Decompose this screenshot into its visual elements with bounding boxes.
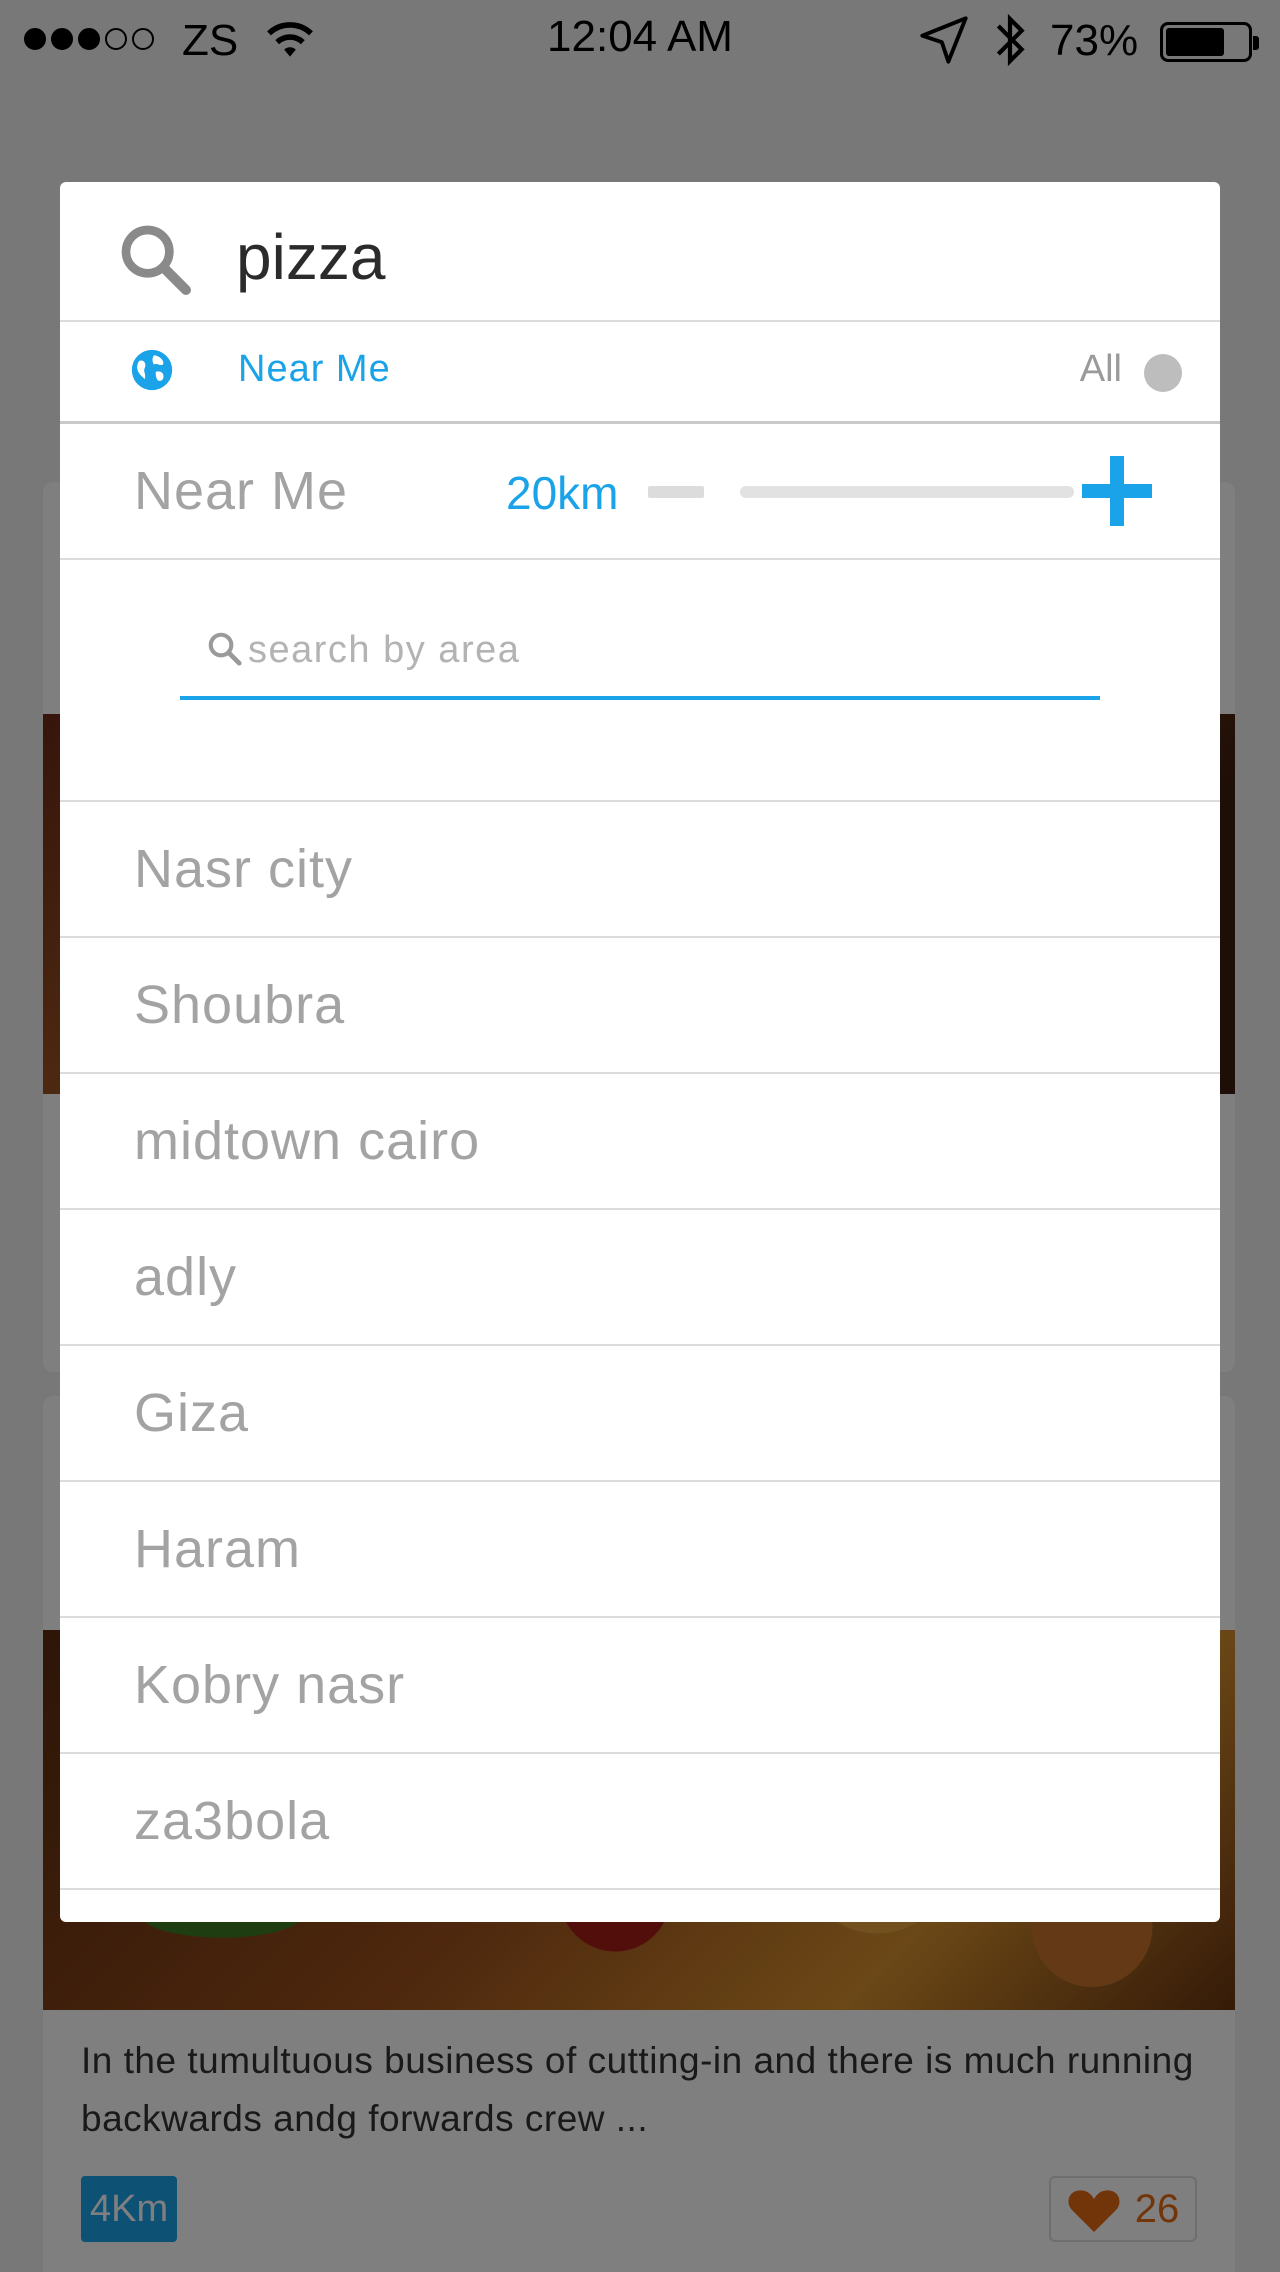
search-icon (208, 632, 242, 666)
location-arrow-icon (920, 16, 968, 64)
increase-range-button[interactable] (1082, 456, 1152, 526)
distance-range: Near Me 20km (60, 424, 1220, 560)
location-filter: Near Me All (60, 322, 1220, 424)
search-icon (121, 225, 191, 295)
area-search-field[interactable] (180, 610, 1100, 700)
area-search-section (60, 560, 1220, 802)
battery-icon (1160, 22, 1259, 62)
area-list: Nasr city Shoubra midtown cairo adly Giz… (60, 802, 1220, 1890)
area-search-input[interactable] (248, 620, 1088, 680)
area-item[interactable]: midtown cairo (60, 1074, 1220, 1210)
range-slider[interactable] (740, 486, 1074, 498)
decrease-range-button[interactable] (648, 486, 704, 498)
globe-icon[interactable] (130, 348, 174, 392)
status-bar: ZS 12:04 AM 73% (0, 0, 1280, 80)
near-me-tab[interactable]: Near Me (238, 348, 391, 391)
area-item[interactable]: Giza (60, 1346, 1220, 1482)
all-tab[interactable]: All (1080, 348, 1122, 391)
range-label: Near Me (134, 461, 349, 521)
area-item[interactable]: Shoubra (60, 938, 1220, 1074)
all-toggle[interactable] (1144, 354, 1182, 392)
search-dialog: pizza Near Me All Near Me 20km Nasr city… (60, 182, 1220, 1922)
area-item[interactable]: adly (60, 1210, 1220, 1346)
area-item[interactable]: za3bola (60, 1754, 1220, 1890)
battery-percent: 73% (1050, 16, 1139, 65)
search-query[interactable]: pizza (236, 220, 385, 294)
area-item[interactable]: Nasr city (60, 802, 1220, 938)
area-item[interactable]: Kobry nasr (60, 1618, 1220, 1754)
area-item[interactable]: Haram (60, 1482, 1220, 1618)
range-value: 20km (506, 467, 619, 519)
search-header[interactable]: pizza (60, 182, 1220, 322)
bluetooth-icon (996, 13, 1025, 67)
